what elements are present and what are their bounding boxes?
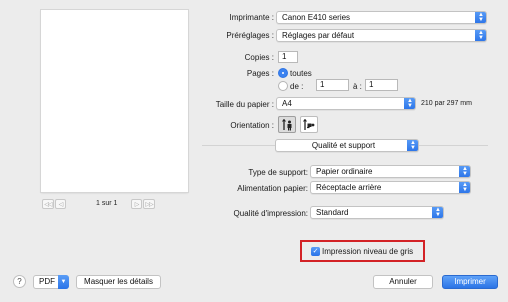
- print-quality-select[interactable]: Standard ▲ ▼: [310, 206, 444, 219]
- chevron-updown-icon: ▲ ▼: [475, 30, 486, 41]
- pages-from-input[interactable]: 1: [316, 79, 349, 91]
- pages-all-label: toutes: [290, 69, 312, 78]
- printer-value: Canon E410 series: [282, 13, 351, 22]
- paper-size-value: A4: [282, 99, 292, 108]
- chevron-updown-icon: ▲ ▼: [432, 207, 443, 218]
- print-quality-label: Qualité d'impression:: [233, 209, 308, 218]
- paper-source-value: Réceptacle arrière: [316, 183, 382, 192]
- paper-dimensions: 210 par 297 mm: [421, 100, 472, 107]
- pages-range-radio[interactable]: [278, 81, 288, 91]
- presets-label: Préréglages :: [226, 31, 274, 40]
- chevron-updown-icon: ▲ ▼: [407, 140, 418, 151]
- pages-all-radio[interactable]: [278, 68, 288, 78]
- print-button[interactable]: Imprimer: [442, 275, 498, 289]
- orientation-label: Orientation :: [230, 121, 274, 130]
- last-page-button[interactable]: ▷▷: [143, 199, 155, 209]
- help-icon: ?: [17, 277, 22, 286]
- copies-input[interactable]: 1: [278, 51, 298, 63]
- first-page-button[interactable]: ◁◁: [42, 199, 54, 209]
- chevron-updown-icon: ▲ ▼: [404, 98, 415, 109]
- prev-page-button[interactable]: ◁: [55, 199, 66, 209]
- next-page-button[interactable]: ▷: [131, 199, 142, 209]
- landscape-button[interactable]: [300, 116, 318, 133]
- hide-details-button[interactable]: Masquer les détails: [76, 275, 161, 289]
- paper-size-label: Taille du papier :: [215, 100, 274, 109]
- chevron-updown-icon: ▲ ▼: [459, 182, 470, 193]
- pdf-menu-button[interactable]: PDF ▼: [33, 275, 69, 289]
- pdf-label: PDF: [39, 277, 55, 286]
- pages-to-input[interactable]: 1: [365, 79, 398, 91]
- portrait-button[interactable]: [278, 116, 296, 133]
- copies-label: Copies :: [244, 53, 274, 62]
- paper-size-select[interactable]: A4 ▲ ▼: [276, 97, 416, 110]
- section-select[interactable]: Qualité et support ▲ ▼: [275, 139, 419, 152]
- pages-from-label: de :: [290, 82, 304, 91]
- media-type-value: Papier ordinaire: [316, 167, 373, 176]
- portrait-icon: [281, 118, 291, 130]
- cancel-button[interactable]: Annuler: [373, 275, 433, 289]
- media-type-select[interactable]: Papier ordinaire ▲ ▼: [310, 165, 471, 178]
- grayscale-checkbox[interactable]: ✓: [311, 247, 320, 256]
- help-button[interactable]: ?: [13, 275, 26, 288]
- checkmark-icon: ✓: [312, 248, 319, 255]
- section-value: Qualité et support: [311, 141, 376, 150]
- printer-label: Imprimante :: [229, 13, 274, 22]
- chevron-updown-icon: ▲ ▼: [475, 12, 486, 23]
- print-quality-value: Standard: [316, 208, 349, 217]
- presets-value: Réglages par défaut: [282, 31, 355, 40]
- chevron-updown-icon: ▲ ▼: [459, 166, 470, 177]
- printer-select[interactable]: Canon E410 series ▲ ▼: [276, 11, 487, 24]
- page-counter: 1 sur 1: [96, 200, 118, 207]
- landscape-icon: [303, 118, 315, 130]
- pages-to-label: à :: [353, 82, 362, 91]
- paper-source-select[interactable]: Réceptacle arrière ▲ ▼: [310, 181, 471, 194]
- paper-source-label: Alimentation papier:: [237, 184, 308, 193]
- chevron-down-icon: ▼: [58, 275, 69, 289]
- media-type-label: Type de support:: [248, 168, 308, 177]
- grayscale-label: Impression niveau de gris: [322, 247, 414, 256]
- pages-label: Pages :: [246, 69, 274, 78]
- page-preview: [41, 10, 188, 192]
- presets-select[interactable]: Réglages par défaut ▲ ▼: [276, 29, 487, 42]
